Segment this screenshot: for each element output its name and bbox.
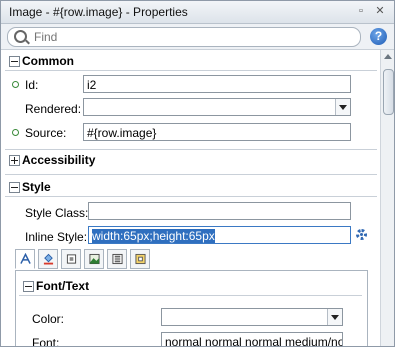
search-input[interactable] xyxy=(34,28,344,46)
source-field[interactable]: #{row.image} xyxy=(83,123,351,141)
title-bar: Image - #{row.image} - Properties ▫ ✕ xyxy=(1,1,394,24)
box-model-icon xyxy=(135,253,146,265)
scroll-up-icon[interactable] xyxy=(384,54,392,59)
color-combo[interactable] xyxy=(161,308,343,326)
collapse-icon[interactable] xyxy=(9,56,20,67)
section-font-text[interactable]: Font/Text xyxy=(15,277,393,295)
color-label: Color: xyxy=(32,312,65,326)
required-icon xyxy=(12,81,19,88)
background-image-icon xyxy=(89,253,100,265)
scroll-thumb[interactable] xyxy=(383,69,394,115)
source-label: Source: xyxy=(25,126,67,140)
collapse-icon[interactable] xyxy=(9,182,20,193)
section-common[interactable]: Common xyxy=(1,52,379,70)
expand-icon[interactable] xyxy=(9,155,20,166)
chevron-down-icon[interactable] xyxy=(327,309,342,325)
section-common-label: Common xyxy=(22,54,74,68)
search-box[interactable] xyxy=(7,27,361,47)
window-title: Image - #{row.image} - Properties xyxy=(9,5,188,19)
tab-layout[interactable] xyxy=(107,249,127,269)
border-icon xyxy=(66,254,77,264)
style-class-label: Style Class: xyxy=(25,206,89,220)
tab-box-model[interactable] xyxy=(130,249,150,269)
properties-window: Image - #{row.image} - Properties ▫ ✕ ? … xyxy=(0,0,395,347)
font-text-panel: Font/Text Color: Font: normal normal nor… xyxy=(15,270,368,347)
section-divider xyxy=(5,149,377,150)
section-font-text-label: Font/Text xyxy=(36,279,90,293)
style-tab-strip xyxy=(15,249,185,271)
restore-icon[interactable]: ▫ xyxy=(353,4,369,19)
collapse-icon[interactable] xyxy=(23,281,34,292)
section-accessibility[interactable]: Accessibility xyxy=(1,151,379,169)
inline-style-selection: width:65px;height:65px xyxy=(92,229,215,243)
search-icon xyxy=(14,30,27,43)
style-class-field[interactable] xyxy=(88,202,351,220)
rendered-combo[interactable] xyxy=(83,98,351,116)
font-label: Font: xyxy=(32,336,60,347)
vertical-scrollbar[interactable] xyxy=(380,50,394,346)
id-label: Id: xyxy=(25,78,39,92)
close-icon[interactable]: ✕ xyxy=(372,4,388,19)
section-divider xyxy=(19,295,362,296)
tab-background-image[interactable] xyxy=(84,249,104,269)
section-style-label: Style xyxy=(22,180,51,194)
section-divider xyxy=(5,174,377,175)
rendered-label: Rendered: xyxy=(25,102,82,116)
required-icon xyxy=(12,129,19,136)
paint-bucket-icon xyxy=(43,253,54,265)
inline-style-field[interactable]: width:65px;height:65px xyxy=(88,226,351,244)
inline-style-label: Inline Style: xyxy=(25,230,88,244)
section-style[interactable]: Style xyxy=(1,178,379,196)
gear-icon[interactable] xyxy=(356,229,367,240)
section-accessibility-label: Accessibility xyxy=(22,153,96,167)
layout-icon xyxy=(112,253,123,265)
search-bar: ? xyxy=(1,24,394,50)
tab-background[interactable] xyxy=(38,249,58,269)
chevron-down-icon[interactable] xyxy=(335,99,350,115)
text-style-icon xyxy=(20,253,31,264)
tab-border[interactable] xyxy=(61,249,81,269)
id-field[interactable]: i2 xyxy=(83,75,351,93)
help-icon[interactable]: ? xyxy=(370,28,387,45)
font-field[interactable]: normal normal normal medium/normal xyxy=(161,332,343,346)
section-divider xyxy=(5,196,377,197)
section-divider xyxy=(5,70,377,71)
tab-font-text[interactable] xyxy=(15,249,35,269)
